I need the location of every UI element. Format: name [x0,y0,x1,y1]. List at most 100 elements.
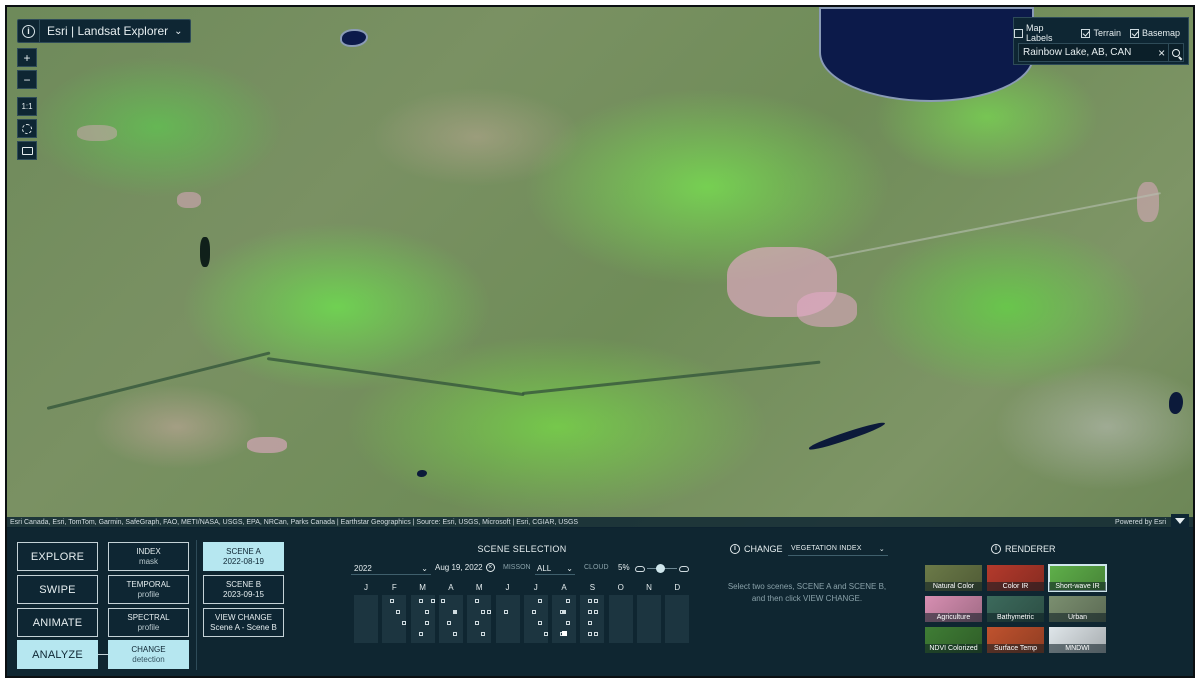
search-icon [1172,48,1181,57]
scene-date-marker[interactable] [503,610,508,614]
zoom-out-button[interactable]: − [17,70,37,89]
search-button[interactable] [1168,44,1183,61]
scene-date-marker[interactable] [487,610,492,614]
chevron-down-icon[interactable]: ⌄ [174,26,189,37]
mode-explore-button[interactable]: EXPLORE [17,542,98,571]
zoom-one-to-one-button[interactable]: 1:1 [17,97,37,116]
bottom-panel: EXPLORE SWIPE ANIMATE ANALYZE INDEX mask… [7,528,1193,676]
scene-date-marker[interactable] [430,599,435,603]
month-column[interactable] [354,595,378,643]
scene-date-marker[interactable] [481,610,486,614]
scene-date-marker[interactable] [481,632,486,636]
search-input[interactable] [1019,44,1155,61]
toggle-basemap[interactable]: Basemap [1129,23,1180,43]
renderer-tile[interactable]: Agriculture [924,595,983,623]
scene-date-marker[interactable] [452,632,457,636]
month-label: J [364,583,368,592]
slider-thumb[interactable] [656,564,665,573]
year-dropdown[interactable]: 2022 ⌄ [351,562,431,575]
renderer-tile[interactable]: Urban [1048,595,1107,623]
mode-animate-button[interactable]: ANIMATE [17,608,98,637]
tool-temporal-profile-button[interactable]: TEMPORAL profile [108,575,189,604]
month-label: O [617,583,624,592]
scene-date-marker[interactable] [418,632,423,636]
tool-sublabel: profile [137,622,160,632]
renderer-tile[interactable]: MNDWI [1048,626,1107,654]
scene-date-marker[interactable] [588,610,593,614]
scene-date-marker[interactable] [531,610,536,614]
month-column[interactable] [580,595,605,643]
scene-date-marker[interactable] [537,599,542,603]
selected-scene-marker[interactable] [562,631,568,636]
slider-track[interactable] [647,564,677,573]
renderer-tile[interactable]: Short-wave IR [1048,564,1107,592]
scene-date-marker[interactable] [475,599,480,603]
checkbox-icon[interactable] [1014,28,1023,38]
collapse-panel-button[interactable] [1171,514,1189,528]
scene-date-marker[interactable] [594,599,599,603]
scene-date-marker[interactable] [562,610,567,614]
renderer-tile[interactable]: Surface Temp [986,626,1045,654]
zoom-to-extent-button[interactable] [17,119,37,138]
month-label: J [533,583,538,592]
scene-date-marker[interactable] [418,599,423,603]
mission-dropdown[interactable]: ALL ⌄ [535,562,575,575]
tool-spectral-profile-button[interactable]: SPECTRAL profile [108,608,189,637]
renderer-tile[interactable]: Color IR [986,564,1045,592]
mode-swipe-button[interactable]: SWIPE [17,575,98,604]
zoom-in-button[interactable]: + [17,48,37,67]
powered-by-text[interactable]: Powered by Esri [1115,519,1166,526]
renderer-tile[interactable]: NDVI Colorized [924,626,983,654]
info-icon[interactable]: i [991,544,1001,554]
scene-date-marker[interactable] [594,632,599,636]
info-icon[interactable]: i [730,544,740,554]
scene-b-button[interactable]: SCENE B 2023-09-15 [203,575,284,604]
scene-date-marker[interactable] [588,621,593,625]
month-labels: JFMAMJJASOND [352,583,692,593]
scene-date-marker[interactable] [424,610,429,614]
toggle-terrain[interactable]: Terrain [1081,23,1121,43]
change-index-dropdown[interactable]: VEGETATION INDEX ⌄ [788,542,888,556]
scene-calendar[interactable] [352,595,692,647]
scene-date-marker[interactable] [402,621,407,625]
scene-date-marker[interactable] [588,632,593,636]
scene-date-marker[interactable] [588,599,593,603]
scene-date-marker[interactable] [452,610,457,614]
tool-index-mask-button[interactable]: INDEX mask [108,542,189,571]
scene-date-marker[interactable] [396,610,401,614]
scene-date-marker[interactable] [543,632,548,636]
screenshot-button[interactable] [17,141,37,160]
month-column[interactable] [467,595,492,643]
month-column[interactable] [637,595,661,643]
map-view[interactable]: i Esri | Landsat Explorer ⌄ + − 1:1 Map … [7,7,1193,527]
month-column[interactable] [665,595,690,643]
month-column[interactable] [495,595,520,643]
info-button[interactable]: i [18,20,40,42]
scene-date-marker[interactable] [566,599,571,603]
scene-date-marker[interactable] [440,599,445,603]
clear-date-icon[interactable]: × [485,563,495,572]
map-lake [807,419,887,453]
renderer-tile[interactable]: Natural Color [924,564,983,592]
cloud-slider[interactable] [635,563,689,574]
scene-date-marker[interactable] [424,621,429,625]
scene-date-marker[interactable] [537,621,542,625]
scene-date-marker[interactable] [566,621,571,625]
clear-search-icon[interactable]: × [1155,46,1168,60]
scene-a-button[interactable]: SCENE A 2022-08-19 [203,542,284,571]
map-river [46,351,271,410]
scene-date-marker[interactable] [446,621,451,625]
scene-date-marker[interactable] [594,610,599,614]
checkbox-checked-icon[interactable] [1129,28,1139,38]
renderer-tile[interactable]: Bathymetric [986,595,1045,623]
mode-analyze-button[interactable]: ANALYZE [17,640,98,669]
month-column[interactable] [382,595,407,643]
tool-change-detection-button[interactable]: CHANGE detection [108,640,189,669]
toggle-map-labels[interactable]: Map Labels [1014,23,1072,43]
app-title-chip[interactable]: i Esri | Landsat Explorer ⌄ [17,19,191,43]
view-change-button[interactable]: VIEW CHANGE Scene A - Scene B [203,608,284,637]
checkbox-checked-icon[interactable] [1081,28,1091,38]
scene-date-marker[interactable] [390,599,395,603]
scene-date-marker[interactable] [475,621,480,625]
month-column[interactable] [608,595,633,643]
